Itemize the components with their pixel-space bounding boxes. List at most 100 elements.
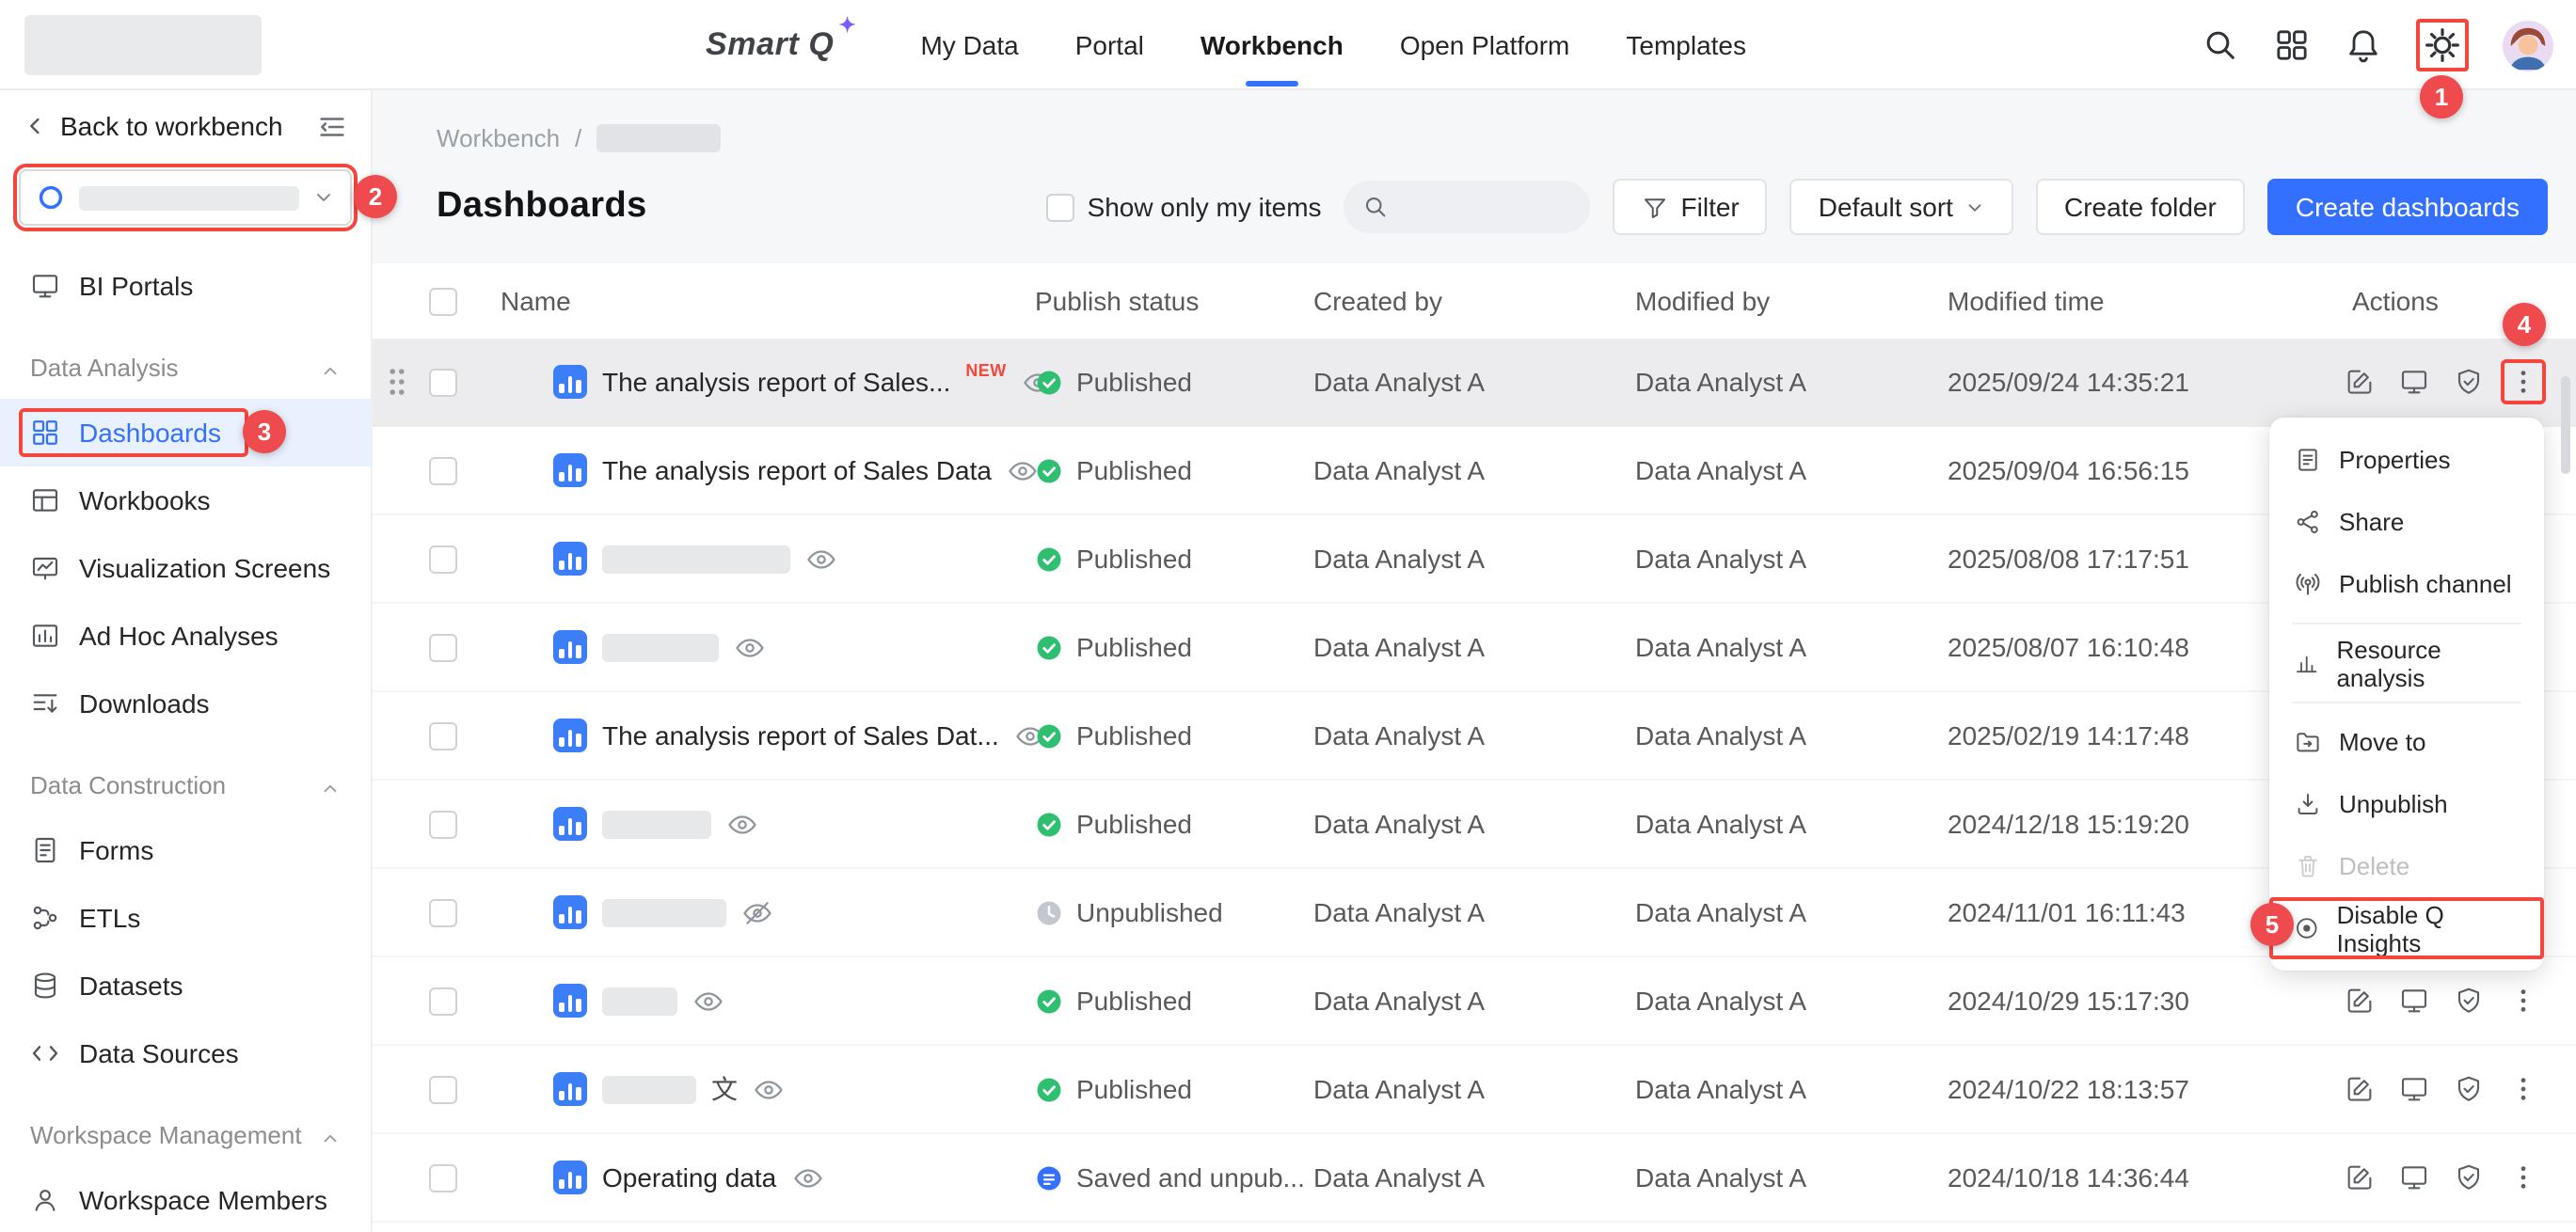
menu-item-share[interactable]: Share xyxy=(2269,491,2544,553)
more-actions-icon[interactable] xyxy=(2508,1162,2538,1193)
nav-item-open-platform[interactable]: Open Platform xyxy=(1400,0,1570,90)
row-checkbox[interactable] xyxy=(429,898,457,926)
menu-item-unpublish[interactable]: Unpublish xyxy=(2269,773,2544,835)
scrollbar-thumb[interactable] xyxy=(2561,376,2570,474)
menu-item-properties[interactable]: Properties xyxy=(2269,429,2544,491)
sidebar-item-workspace-members[interactable]: Workspace Members xyxy=(0,1166,371,1232)
search-input[interactable] xyxy=(1344,181,1591,233)
sidebar-item-downloads[interactable]: Downloads xyxy=(0,670,371,737)
sidebar-item-datasets[interactable]: Datasets xyxy=(0,952,371,1019)
table-row[interactable]: Published Data Analyst A Data Analyst A … xyxy=(373,604,2576,692)
eye-icon[interactable] xyxy=(791,1161,823,1193)
edit-icon[interactable] xyxy=(2345,367,2375,397)
nav-item-portal[interactable]: Portal xyxy=(1075,0,1144,90)
select-all-checkbox[interactable] xyxy=(429,287,457,315)
more-actions-icon[interactable] xyxy=(2508,367,2538,397)
sidebar-item-etls[interactable]: ETLs xyxy=(0,884,371,952)
eye-icon[interactable] xyxy=(734,631,766,663)
eye-icon[interactable] xyxy=(692,985,724,1017)
breadcrumb-workbench[interactable]: Workbench xyxy=(437,123,560,151)
row-checkbox[interactable] xyxy=(429,810,457,838)
edit-icon[interactable] xyxy=(2345,986,2375,1016)
certify-icon[interactable] xyxy=(2454,1162,2484,1193)
filter-button[interactable]: Filter xyxy=(1614,179,1768,235)
eye-icon[interactable] xyxy=(1007,454,1039,486)
row-name[interactable]: The analysis report of Sales Dat... xyxy=(602,720,999,750)
nav-item-workbench[interactable]: Workbench xyxy=(1201,0,1344,90)
table-row[interactable]: The analysis report of Sales Data Publis… xyxy=(373,427,2576,515)
sort-button[interactable]: Default sort xyxy=(1790,179,2013,235)
search-icon[interactable] xyxy=(2202,26,2239,64)
create-folder-button[interactable]: Create folder xyxy=(2036,179,2245,235)
sidebar-item-dashboards[interactable]: Dashboards xyxy=(0,399,371,466)
apps-grid-icon[interactable] xyxy=(2273,26,2311,64)
more-actions-icon[interactable] xyxy=(2508,1074,2538,1104)
table-row[interactable]: Published Data Analyst A Data Analyst A … xyxy=(373,515,2576,604)
sidebar-section-workspace-management[interactable]: Workspace Management xyxy=(0,1087,371,1166)
create-dashboards-button[interactable]: Create dashboards xyxy=(2267,179,2548,235)
row-name[interactable]: Operating data xyxy=(602,1162,776,1193)
eye-off-icon[interactable] xyxy=(741,896,773,928)
eye-icon[interactable] xyxy=(726,808,758,840)
menu-item-resource-analysis[interactable]: Resource analysis xyxy=(2269,632,2544,694)
row-checkbox[interactable] xyxy=(429,987,457,1015)
menu-item-disable-q-insights[interactable]: Disable Q Insights xyxy=(2269,897,2544,959)
more-actions-icon[interactable] xyxy=(2508,986,2538,1016)
nav-item-templates[interactable]: Templates xyxy=(1626,0,1746,90)
settings-gear-icon[interactable] xyxy=(2424,26,2461,64)
table-row[interactable]: Published Data Analyst A Data Analyst A … xyxy=(373,781,2576,869)
display-icon[interactable] xyxy=(2399,986,2429,1016)
show-only-checkbox[interactable] xyxy=(1046,193,1074,221)
sidebar-item-bi-portals[interactable]: BI Portals xyxy=(0,252,371,320)
brand-logo[interactable]: Smart Q✦ xyxy=(706,26,834,64)
sidebar-item-forms[interactable]: Forms xyxy=(0,816,371,884)
row-checkbox[interactable] xyxy=(429,633,457,661)
eye-icon[interactable] xyxy=(805,543,837,575)
primary-nav: Smart Q✦ My Data Portal Workbench Open P… xyxy=(706,0,1746,90)
row-name[interactable]: The analysis report of Sales Data xyxy=(602,455,992,485)
collapse-sidebar-icon[interactable] xyxy=(316,110,348,142)
display-icon[interactable] xyxy=(2399,1074,2429,1104)
menu-item-move-to[interactable]: Move to xyxy=(2269,711,2544,773)
row-name[interactable]: The analysis report of Sales... xyxy=(602,367,950,397)
menu-item-publish-channel[interactable]: Publish channel xyxy=(2269,553,2544,615)
row-checkbox[interactable] xyxy=(429,456,457,484)
row-checkbox[interactable] xyxy=(429,368,457,396)
certify-icon[interactable] xyxy=(2454,1074,2484,1104)
dashboard-type-icon xyxy=(553,453,587,487)
show-only-my-items[interactable]: Show only my items xyxy=(1046,192,1322,222)
table-row[interactable]: Operating data Saved and unpub... Data A… xyxy=(373,1134,2576,1223)
edit-icon[interactable] xyxy=(2345,1074,2375,1104)
edit-icon[interactable] xyxy=(2345,1162,2375,1193)
table-row[interactable]: 文 Published Data Analyst A Data Analyst … xyxy=(373,1046,2576,1134)
table-row[interactable]: The analysis report of Sales... NEW Publ… xyxy=(373,339,2576,427)
table-row[interactable]: Published Data Analyst A Data Analyst A … xyxy=(373,957,2576,1046)
row-checkbox[interactable] xyxy=(429,721,457,750)
back-to-workbench[interactable]: Back to workbench xyxy=(0,90,371,162)
certify-icon[interactable] xyxy=(2454,986,2484,1016)
table-row[interactable]: The analysis report of Sales Dat... Publ… xyxy=(373,692,2576,781)
display-icon[interactable] xyxy=(2399,1162,2429,1193)
user-avatar[interactable] xyxy=(2503,20,2553,71)
drag-handle-icon[interactable] xyxy=(388,367,406,397)
eye-icon[interactable] xyxy=(753,1073,785,1105)
funnel-icon xyxy=(1642,193,1670,221)
notifications-bell-icon[interactable] xyxy=(2345,26,2382,64)
workspace-selector[interactable] xyxy=(19,169,352,226)
sidebar-item-workbooks[interactable]: Workbooks xyxy=(0,466,371,534)
sidebar-item-data-sources[interactable]: Data Sources xyxy=(0,1019,371,1087)
nav-item-my-data[interactable]: My Data xyxy=(920,0,1018,90)
sidebar-section-data-analysis[interactable]: Data Analysis xyxy=(0,320,371,399)
chevron-down-icon xyxy=(312,186,335,209)
sidebar-item-visualization-screens[interactable]: Visualization Screens xyxy=(0,534,371,602)
table-row[interactable]: Unpublished Data Analyst A Data Analyst … xyxy=(373,869,2576,957)
row-checkbox[interactable] xyxy=(429,1163,457,1192)
row-checkbox[interactable] xyxy=(429,1075,457,1103)
sidebar-section-data-construction[interactable]: Data Construction xyxy=(0,737,371,816)
certify-icon[interactable] xyxy=(2454,367,2484,397)
sidebar-item-ad-hoc-analyses[interactable]: Ad Hoc Analyses xyxy=(0,602,371,670)
display-icon[interactable] xyxy=(2399,367,2429,397)
row-checkbox[interactable] xyxy=(429,545,457,573)
page-title: Dashboards xyxy=(437,186,647,228)
trash-icon xyxy=(2294,852,2322,880)
